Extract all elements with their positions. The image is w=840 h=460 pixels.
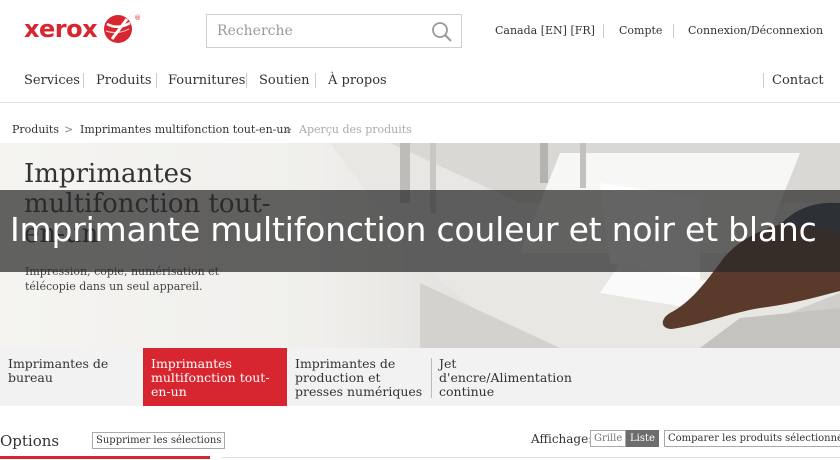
clear-selections-button[interactable]: Supprimer les sélections — [92, 432, 226, 449]
tab-jet-encre[interactable]: Jet d'encre/Alimentation continue — [431, 348, 581, 406]
caption-text: Imprimante multifonction couleur et noir… — [10, 210, 817, 249]
tab-imprimantes-bureau[interactable]: Imprimantes de bureau — [0, 348, 143, 406]
login-link[interactable]: Connexion/Déconnexion — [688, 24, 823, 37]
header-divider — [0, 102, 840, 103]
divider — [431, 358, 432, 398]
divider — [156, 73, 157, 88]
tab-label: Imprimantes multifonction tout-en-un — [151, 356, 270, 399]
breadcrumb-current: Aperçu des produits — [299, 123, 412, 136]
xerox-logo[interactable]: xerox ® — [24, 14, 141, 44]
search-icon[interactable] — [431, 21, 453, 43]
xerox-ball-icon — [104, 15, 133, 43]
nav-services[interactable]: Services — [24, 73, 80, 88]
display-label: Affichage: — [531, 432, 593, 446]
compare-products-button[interactable]: Comparer les produits sélectionnés — [664, 430, 840, 447]
view-list-button[interactable]: Liste — [626, 430, 659, 447]
nav-a-propos[interactable]: À propos — [328, 73, 387, 88]
divider — [315, 73, 316, 88]
divider — [673, 24, 674, 38]
breadcrumb-separator: > — [283, 123, 293, 136]
breadcrumb-item[interactable]: Imprimantes multifonction tout-en-un — [80, 123, 291, 136]
options-underline — [0, 456, 210, 459]
tab-multifonction[interactable]: Imprimantes multifonction tout-en-un — [143, 348, 287, 406]
options-heading: Options — [0, 432, 60, 450]
tab-label: Jet d'encre/Alimentation continue — [439, 356, 572, 399]
divider — [222, 457, 840, 458]
category-tabs: Imprimantes de bureau Imprimantes multif… — [0, 348, 840, 406]
tab-label: Imprimantes de production et presses num… — [295, 356, 423, 399]
nav-contact[interactable]: Contact — [772, 73, 824, 88]
search-box — [206, 14, 462, 48]
view-grid-button[interactable]: Grille — [590, 430, 627, 447]
account-link[interactable]: Compte — [619, 24, 662, 37]
divider — [246, 73, 247, 88]
tab-production[interactable]: Imprimantes de production et presses num… — [287, 348, 432, 406]
tab-label: Imprimantes de bureau — [8, 356, 109, 385]
divider — [763, 73, 764, 88]
divider — [83, 73, 84, 88]
search-input[interactable] — [207, 15, 417, 47]
nav-fournitures[interactable]: Fournitures — [168, 73, 245, 88]
nav-soutien[interactable]: Soutien — [259, 73, 310, 88]
locale-switch[interactable]: Canada [EN] [FR] — [495, 24, 595, 37]
logo-wordmark: xerox — [24, 15, 98, 43]
breadcrumb-item[interactable]: Produits — [12, 123, 59, 136]
breadcrumb-separator: > — [64, 123, 74, 136]
nav-produits[interactable]: Produits — [96, 73, 152, 88]
divider — [603, 24, 604, 38]
